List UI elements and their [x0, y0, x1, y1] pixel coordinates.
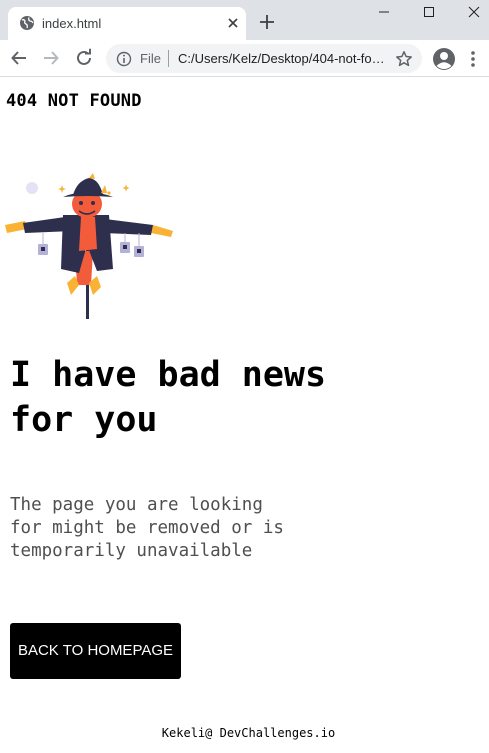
- reload-icon[interactable]: [74, 48, 94, 68]
- globe-icon: [20, 16, 34, 30]
- plus-icon[interactable]: [258, 13, 276, 31]
- kebab-menu-icon[interactable]: [470, 50, 476, 68]
- url-text[interactable]: C:/Users/Kelz/Desktop/404-not-found/inde…: [178, 51, 386, 66]
- minimize-icon[interactable]: [376, 4, 392, 20]
- address-bar[interactable]: File C:/Users/Kelz/Desktop/404-not-found…: [106, 44, 422, 73]
- description-line-3: temporarily unavailable: [10, 541, 253, 561]
- address-divider: [168, 50, 169, 67]
- tab-title: index.html: [42, 16, 102, 31]
- close-icon[interactable]: [226, 16, 240, 30]
- back-to-homepage-button[interactable]: BACK TO HOMEPAGE: [10, 623, 181, 679]
- error-description: The page you are looking for might be re…: [10, 494, 320, 563]
- scheme-label: File: [140, 51, 161, 66]
- headline-line-1: I have bad news: [10, 355, 327, 395]
- page-content: 404 NOT FOUND I have bad news for you Th…: [0, 78, 489, 753]
- brand-title: 404 NOT FOUND: [6, 91, 142, 111]
- arrow-left-icon[interactable]: [10, 49, 28, 67]
- maximize-icon[interactable]: [421, 4, 437, 20]
- info-icon[interactable]: [116, 51, 132, 67]
- browser-toolbar: File C:/Users/Kelz/Desktop/404-not-found…: [0, 40, 489, 77]
- tab-strip: index.html: [0, 0, 489, 40]
- description-line-2: for might be removed or is: [10, 518, 284, 538]
- scarecrow-illustration: [5, 173, 173, 319]
- account-icon[interactable]: [432, 47, 456, 71]
- star-icon[interactable]: [395, 50, 413, 68]
- headline-line-2: for you: [10, 400, 158, 440]
- window-close-icon[interactable]: [466, 4, 482, 20]
- browser-tab[interactable]: index.html: [8, 7, 246, 40]
- arrow-right-icon[interactable]: [42, 49, 60, 67]
- footer-credit: Kekeli@ DevChallenges.io: [161, 726, 336, 740]
- description-line-1: The page you are looking: [10, 495, 263, 515]
- page-headline: I have bad news for you: [10, 353, 390, 443]
